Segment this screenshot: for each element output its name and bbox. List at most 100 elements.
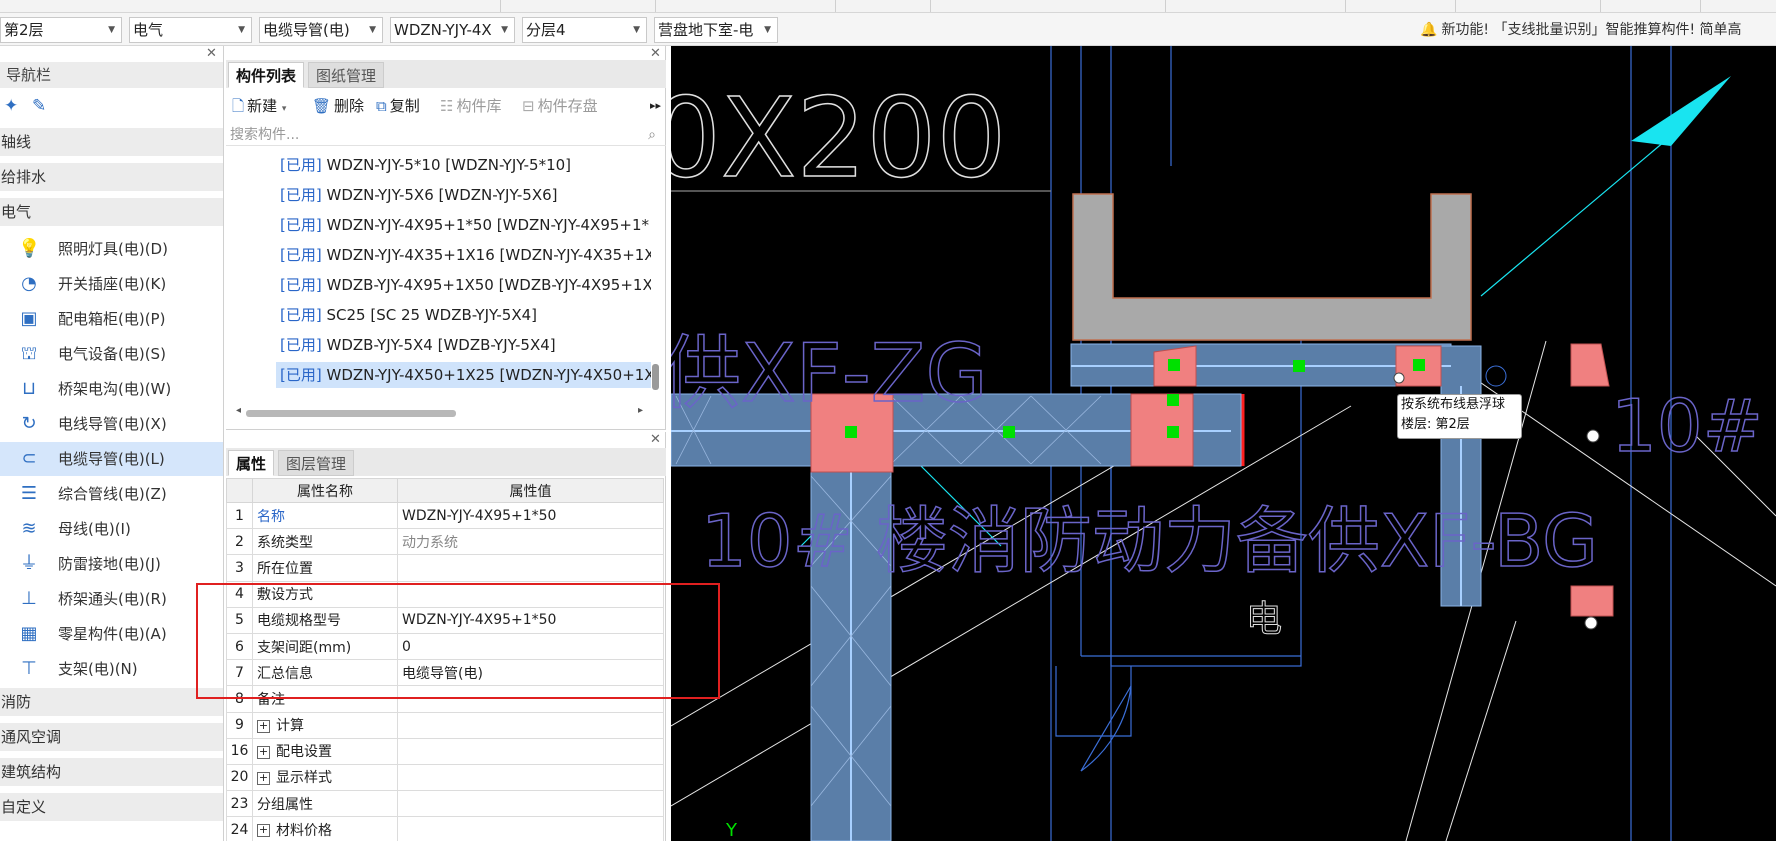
expand-icon[interactable]: + [257, 771, 270, 785]
bulb-icon: 💡 [18, 238, 41, 259]
ground-icon: ⏚ [20, 553, 38, 574]
new-button[interactable]: 🗋 新建 ▾ [232, 92, 286, 123]
nav-item-cable[interactable]: ⊂ 电缆导管(电)(L) [0, 442, 223, 476]
cad-drawing-canvas[interactable]: 0X200 供XF-ZG 10# 楼消防动力备供XF-BG 电 10# Y [671, 46, 1776, 841]
scroll-right-icon[interactable]: ▸ [638, 405, 643, 416]
horizontal-scrollbar[interactable]: ◂ ▸ [236, 405, 646, 418]
component-tabs: 构件列表 图纸管理 [226, 60, 666, 88]
grid-icon: ▦ [20, 623, 38, 644]
add-sparkle-icon[interactable]: ✦ [4, 96, 18, 116]
expand-icon[interactable]: + [257, 745, 270, 759]
nav-item-wire[interactable]: ↻ 电线导管(电)(X) [0, 407, 223, 441]
library-icon: ☷ [440, 97, 454, 115]
drawing-select[interactable]: 营盘地下室-电 ▼ [654, 17, 778, 43]
tab-component-list[interactable]: 构件列表 [228, 62, 305, 88]
table-row-group[interactable]: 24 + 材料价格 [226, 816, 664, 841]
delete-button[interactable]: 🗑 删除 [312, 92, 364, 120]
trash-icon: 🗑 [312, 97, 332, 115]
vertical-scrollbar[interactable] [652, 364, 659, 390]
save-icon: ⊟ [522, 97, 535, 115]
component-row[interactable]: [已用] WDZB-YJY-4X95+1X50 [WDZB-YJY-4X95+1… [276, 272, 651, 298]
nav-item-switch[interactable]: ◔ 开关插座(电)(K) [0, 267, 223, 301]
category-plumbing[interactable]: 给排水 [0, 163, 223, 191]
category-electric[interactable]: 电气 [0, 198, 223, 226]
table-row[interactable]: 1 名称 WDZN-YJY-4X95+1*50 [226, 501, 664, 530]
tab-properties[interactable]: 属性 [228, 450, 275, 476]
nav-item-ground[interactable]: ⏚ 防雷接地(电)(J) [0, 547, 223, 581]
tab-drawing-management[interactable]: 图纸管理 [308, 62, 385, 88]
device-icon: ⛫ [20, 343, 38, 364]
save-component-button[interactable]: ⊟ 构件存盘 [522, 92, 598, 120]
floor-select[interactable]: 第2层 ▼ [0, 17, 122, 43]
cable-icon: ⊂ [21, 448, 37, 469]
navigation-panel: ✕ 导航栏 ✦ ✎ 轴线 给排水 电气 💡 照明灯具(电)(D) ◔ 开关插座(电)… [0, 46, 224, 841]
axis-label-y: Y [725, 820, 738, 841]
nav-item-tee[interactable]: ⊥ 桥架通头(电)(R) [0, 582, 223, 616]
table-row[interactable]: 2 系统类型 动力系统 [226, 528, 664, 556]
more-icon[interactable]: ▸▸ [650, 92, 661, 120]
category-axis[interactable]: 轴线 [0, 128, 223, 156]
table-row[interactable]: 23 分组属性 [226, 790, 664, 818]
tab-layer-management[interactable]: 图层管理 [278, 450, 355, 476]
table-row-group[interactable]: 9 + 计算 [226, 711, 664, 739]
edit-icon[interactable]: ✎ [32, 96, 46, 116]
component-row[interactable]: [已用] WDZN-YJY-4X35+1X16 [WDZN-YJY-4X35+1… [276, 242, 651, 268]
nav-item-lighting[interactable]: 💡 照明灯具(电)(D) [0, 232, 223, 266]
selector-toolbar: 第2层 ▼ 电气 ▼ 电缆导管(电) ▼ WDZN-YJY-4X ▼ 分层4 ▼ 营盘地下… [0, 13, 1776, 46]
header-property-value: 属性值 [397, 478, 664, 503]
property-tabs: 属性 图层管理 [226, 448, 666, 476]
cad-drawing: 0X200 供XF-ZG 10# 楼消防动力备供XF-BG 电 10# Y [671, 46, 1776, 841]
switch-icon: ◔ [21, 273, 37, 294]
combined-icon: ☰ [20, 483, 38, 504]
bell-icon: 🔔 [1420, 22, 1438, 38]
component-row[interactable]: [已用] WDZB-YJY-5X4 [WDZB-YJY-5X4] [276, 332, 651, 358]
tray-icon: ⊔ [21, 378, 37, 399]
close-icon[interactable]: ✕ [206, 46, 217, 61]
top-menu-strip [0, 0, 1776, 13]
nav-item-panel[interactable]: ▣ 配电箱柜(电)(P) [0, 302, 223, 336]
component-row[interactable]: [已用] WDZN-YJY-5*10 [WDZN-YJY-5*10] [276, 152, 651, 178]
component-row[interactable]: [已用] SC25 [SC 25 WDZB-YJY-5X4] [276, 302, 651, 328]
category-structure[interactable]: 建筑结构 [0, 758, 223, 786]
discipline-select[interactable]: 电气 ▼ [129, 17, 252, 43]
close-icon[interactable]: ✕ [650, 46, 661, 61]
nav-item-combined[interactable]: ☰ 综合管线(电)(Z) [0, 477, 223, 511]
component-search-input[interactable]: 搜索构件... ⌕ [226, 124, 666, 146]
highlight-annotation-box [196, 583, 720, 699]
expand-icon[interactable]: + [257, 719, 270, 733]
category-custom[interactable]: 自定义 [0, 793, 223, 821]
component-row[interactable]: [已用] WDZN-YJY-4X95+1*50 [WDZN-YJY-4X95+1… [276, 212, 651, 238]
new-feature-notice[interactable]: 🔔 新功能! 「支线批量识别」智能推算构件! 简单高 [1420, 17, 1742, 43]
scroll-left-icon[interactable]: ◂ [236, 405, 241, 416]
spec-select[interactable]: WDZN-YJY-4X ▼ [390, 17, 515, 43]
copy-button[interactable]: ⧉ 复制 [376, 92, 420, 120]
library-button[interactable]: ☷ 构件库 [440, 92, 501, 120]
table-row-group[interactable]: 20 + 显示样式 [226, 763, 664, 792]
bracket-icon: ⊤ [21, 658, 37, 679]
component-row-selected[interactable]: [已用] WDZN-YJY-4X50+1X25 [WDZN-YJY-4X50+1… [276, 362, 651, 388]
wire-icon: ↻ [21, 413, 37, 434]
nav-item-misc[interactable]: ▦ 零星构件(电)(A) [0, 617, 223, 651]
category-hvac[interactable]: 通风空调 [0, 723, 223, 751]
nav-title: 导航栏 [0, 62, 223, 88]
copy-icon: ⧉ [376, 97, 387, 115]
text-building: 10# 楼消防动力备供XF-BG [701, 499, 1598, 583]
close-icon[interactable]: ✕ [650, 432, 661, 447]
floating-ball-tooltip: 按系统布线悬浮球 楼层: 第2层 [1397, 394, 1522, 439]
component-type-select[interactable]: 电缆导管(电) ▼ [259, 17, 383, 43]
component-toolbar: 🗋 新建 ▾ 🗑 删除 ⧉ 复制 ☷ 构件库 ⊟ 构件存盘 ▸▸ [226, 92, 666, 120]
nav-item-tray[interactable]: ⊔ 桥架电沟(电)(W) [0, 372, 223, 406]
text-elec: 电 [1246, 599, 1282, 640]
table-row-group[interactable]: 16 + 配电设置 [226, 737, 664, 765]
table-row[interactable]: 3 所在位置 [226, 554, 664, 582]
layer-select[interactable]: 分层4 ▼ [522, 17, 647, 43]
expand-icon[interactable]: + [257, 824, 270, 838]
nav-item-busbar[interactable]: ≋ 母线(电)(I) [0, 512, 223, 546]
header-property-name: 属性名称 [252, 478, 398, 503]
component-row[interactable]: [已用] WDZN-YJY-5X6 [WDZN-YJY-5X6] [276, 182, 651, 208]
text-mid: 供XF-ZG [671, 327, 987, 420]
nav-item-device[interactable]: ⛫ 电气设备(电)(S) [0, 337, 223, 371]
category-fire[interactable]: 消防 [0, 688, 223, 716]
tee-icon: ⊥ [21, 588, 37, 609]
nav-item-bracket[interactable]: ⊤ 支架(电)(N) [0, 652, 223, 686]
